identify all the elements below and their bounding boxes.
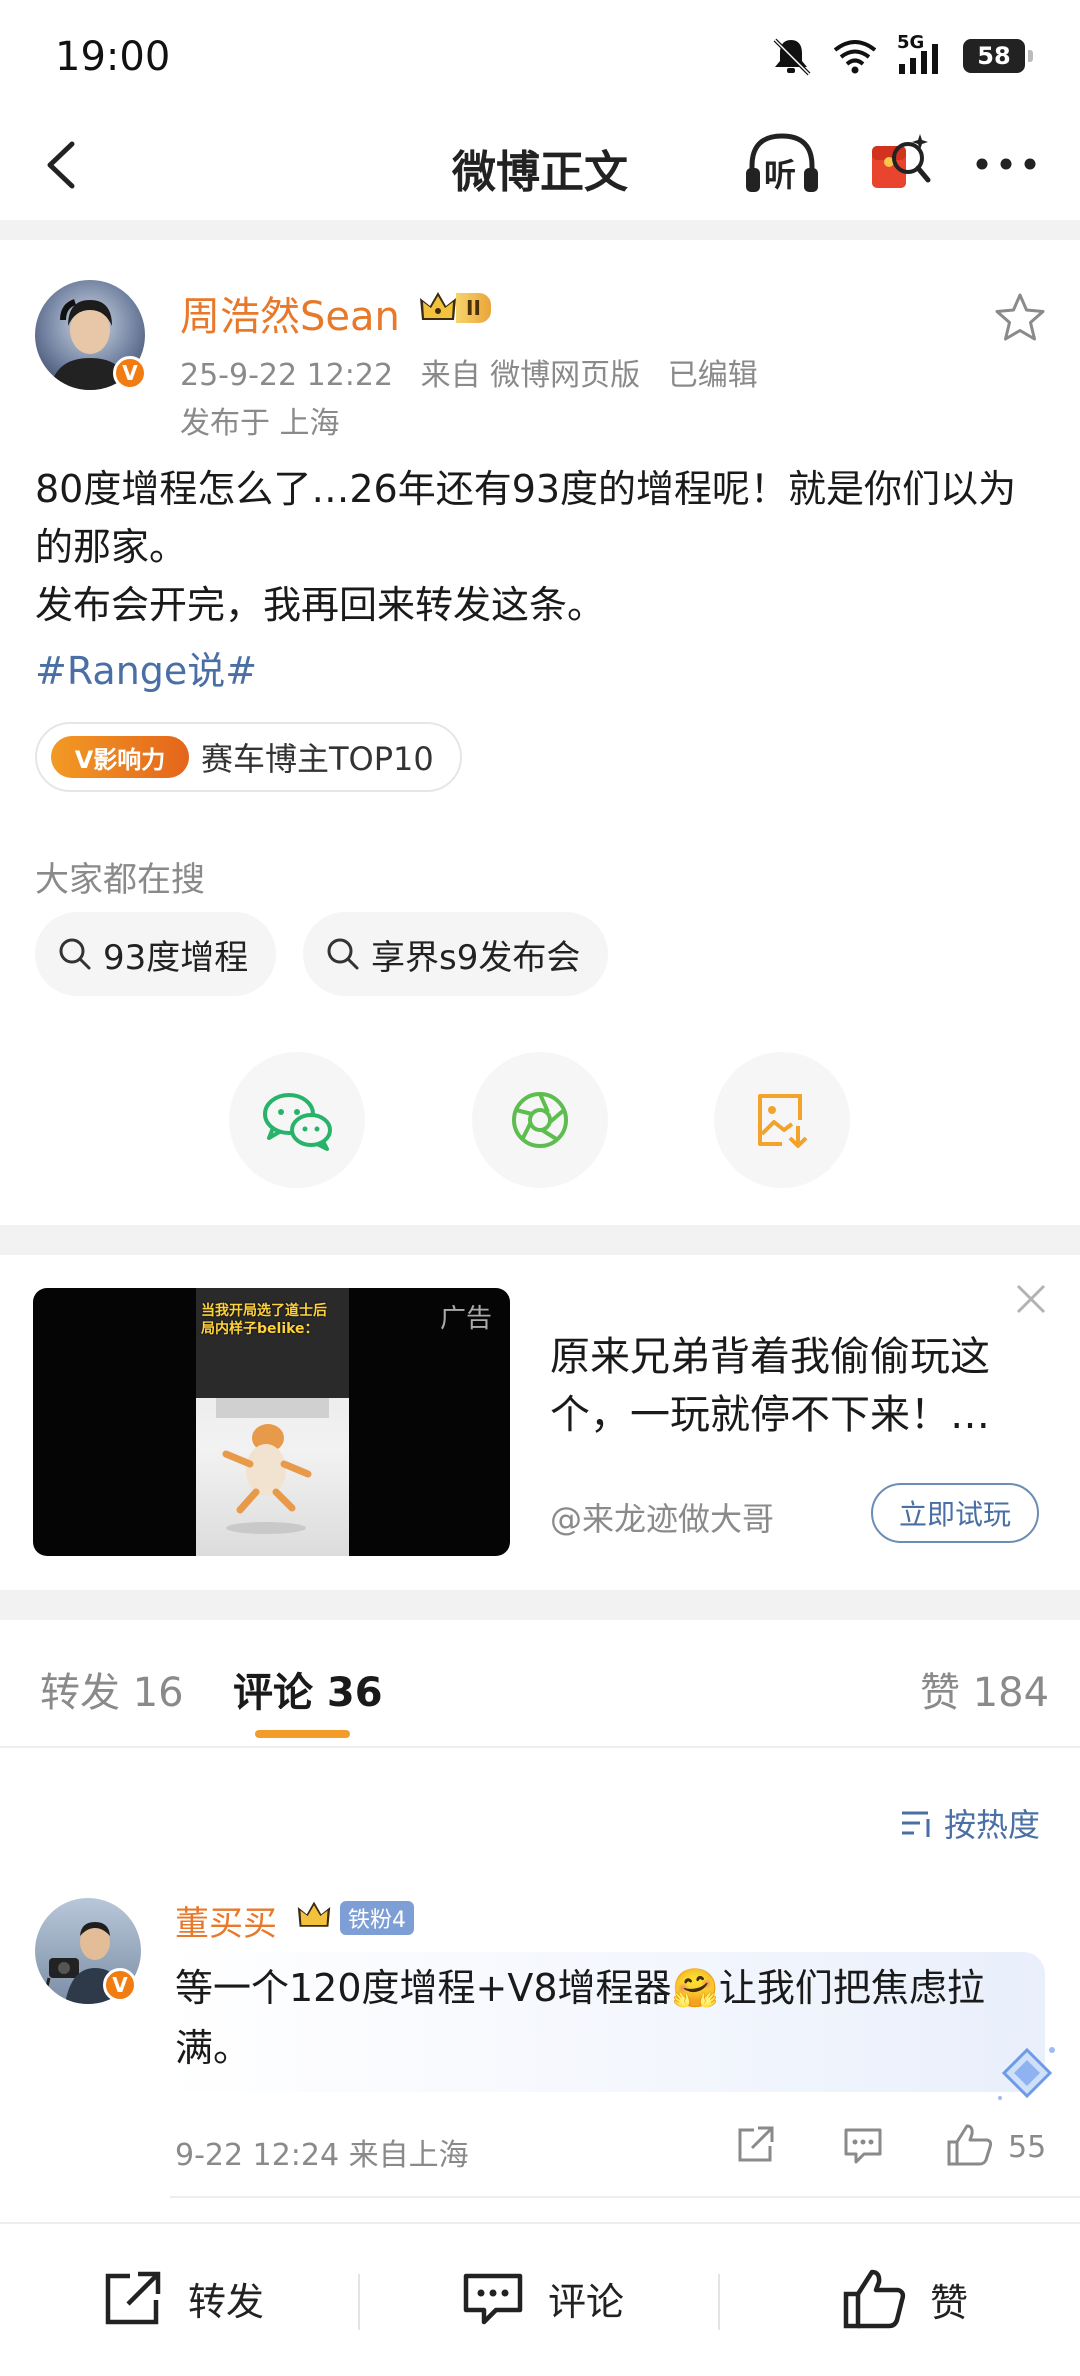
post-source: 来自 微博网页版: [420, 358, 641, 393]
commenter-name[interactable]: 董买买: [175, 1896, 277, 1945]
post-text-line: 发布会开完，我再回来转发这条。: [35, 583, 606, 627]
share-wechat-button[interactable]: [229, 1052, 365, 1188]
repost-comment-icon[interactable]: [732, 2122, 778, 2168]
like-button[interactable]: 赞: [842, 2268, 968, 2330]
post-text: 80度增程怎么了…26年还有93度的增程呢！就是你们以为的那家。 发布会开完，我…: [35, 460, 1045, 634]
wifi-icon: [833, 40, 877, 74]
influence-badge[interactable]: V影响力 赛车博主TOP10: [35, 722, 462, 792]
listen-label: 听: [764, 156, 797, 194]
comment-like-count: 55: [1008, 2130, 1047, 2165]
ad-video-thumbnail[interactable]: 当我开局选了道士后 局内样子belike： 广告: [33, 1288, 510, 1556]
try-now-button[interactable]: 立即试玩: [871, 1483, 1039, 1543]
influence-tag: V影响力: [51, 736, 189, 778]
sort-label: 按热度: [944, 1806, 1041, 1844]
search-icon: [59, 938, 91, 970]
post-meta: 25-9-22 12:22 来自 微博网页版 已编辑: [180, 350, 758, 394]
edited-label: 已编辑: [667, 358, 758, 393]
ad-video-caption: 当我开局选了道士后 局内样子belike：: [201, 1303, 327, 1337]
author-name[interactable]: 周浩然Sean: [180, 284, 400, 342]
nav-bar: 微博正文 听: [0, 110, 1080, 220]
verified-badge: V: [113, 356, 147, 390]
divider: [718, 2274, 720, 2330]
signal-icon: [899, 44, 938, 74]
divider: [0, 1746, 1080, 1748]
crown-icon: [420, 292, 456, 320]
trending-chip[interactable]: 享界s9发布会: [303, 912, 609, 996]
divider: [0, 220, 1080, 240]
battery-indicator: 58: [963, 39, 1033, 73]
reply-comment-icon[interactable]: [840, 2122, 886, 2168]
post-location: 发布于 上海: [180, 406, 340, 441]
favorite-star-icon[interactable]: [992, 290, 1048, 346]
post-text-line: 80度增程怎么了…26年还有93度的增程呢！就是你们以为的那家。: [35, 467, 1017, 569]
signal-indicator: 5G: [897, 32, 943, 76]
like-icon: [843, 2269, 906, 2329]
status-bar: 19:00 5G 58: [0, 0, 1080, 110]
vip-crown-badge: II: [418, 290, 491, 326]
repost-icon: [105, 2271, 161, 2325]
crown-icon: [297, 1901, 331, 1927]
tab-comments[interactable]: 评论 36: [233, 1660, 383, 1718]
hashtag-link[interactable]: #Range说#: [35, 640, 257, 695]
trending-chip[interactable]: 93度增程: [35, 912, 277, 996]
divider: [170, 2196, 1080, 2198]
ad-title[interactable]: 原来兄弟背着我偷偷玩这个，一玩就停不下来！…: [550, 1328, 1040, 1444]
comment-label: 评论: [548, 2279, 625, 2324]
ad-sponsor[interactable]: @来龙迹做大哥: [550, 1494, 774, 1540]
tab-reposts[interactable]: 转发 16: [40, 1660, 184, 1718]
back-arrow-icon[interactable]: [30, 130, 100, 200]
divider: [0, 1225, 1080, 1255]
sort-icon: [902, 1811, 930, 1837]
comment-button[interactable]: 评论: [460, 2268, 624, 2328]
crown-level: II: [456, 293, 491, 323]
status-time: 19:00: [55, 34, 171, 80]
search-icon: [327, 938, 359, 970]
comment-icon: [463, 2273, 523, 2325]
verified-badge: V: [103, 1968, 137, 2002]
wechat-icon: [263, 1093, 332, 1151]
divider: [0, 1590, 1080, 1620]
sort-by-hot-button[interactable]: 按热度: [900, 1800, 1040, 1846]
moments-aperture-icon: [512, 1092, 568, 1148]
like-comment-icon[interactable]: [945, 2122, 995, 2168]
comment-meta: 9-22 12:24 来自上海: [175, 2138, 469, 2173]
influence-text: 赛车博主TOP10: [201, 740, 434, 778]
comment-text[interactable]: 等一个120度增程+V8增程器🤗让我们把焦虑拉满。: [175, 1958, 1020, 2078]
bottom-action-bar: 转发 评论 赞: [0, 2222, 1080, 2376]
status-icons: 5G 58: [769, 32, 1033, 76]
diamond-decoration-icon: [998, 2047, 1055, 2100]
divider: [358, 2274, 360, 2330]
trending-chip-label: 享界s9发布会: [371, 937, 581, 978]
mute-bell-icon: [773, 38, 811, 76]
active-tab-indicator: [255, 1730, 350, 1738]
more-icon[interactable]: [966, 128, 1046, 200]
red-packet-search-icon[interactable]: [862, 128, 934, 200]
share-moments-button[interactable]: [472, 1052, 608, 1188]
save-image-button[interactable]: [714, 1052, 850, 1188]
repost-button[interactable]: 转发: [100, 2268, 264, 2328]
close-icon[interactable]: [1012, 1280, 1050, 1318]
like-label: 赞: [930, 2280, 969, 2325]
fan-badge: 铁粉4: [340, 1901, 414, 1935]
trending-chip-label: 93度增程: [103, 937, 249, 978]
repost-label: 转发: [188, 2279, 265, 2324]
listen-button[interactable]: 听: [742, 128, 822, 200]
save-image-icon: [758, 1094, 808, 1148]
post-time: 25-9-22 12:22: [180, 358, 394, 393]
tab-likes[interactable]: 赞 184: [920, 1660, 1049, 1718]
trending-heading: 大家都在搜: [35, 860, 205, 900]
ad-tag: 广告: [439, 1304, 492, 1334]
